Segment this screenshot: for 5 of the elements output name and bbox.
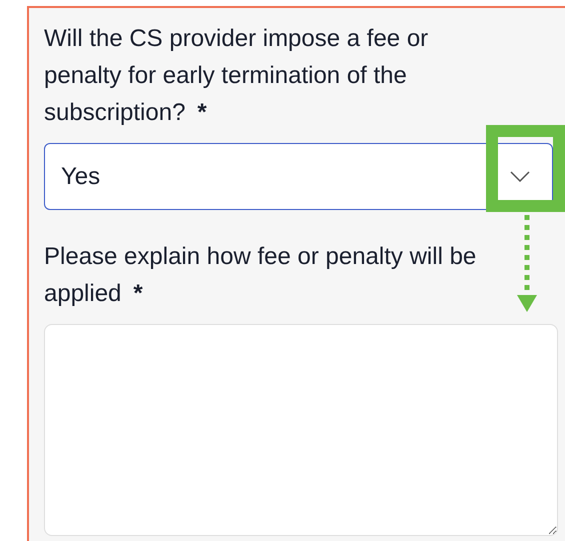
dropdown-field[interactable]: Yes: [44, 143, 553, 210]
question-label: Will the CS provider impose a fee or penalty for early termination of the subscription? *: [44, 24, 430, 128]
question-label: Please explain how fee or penalty will be applied *: [44, 242, 478, 309]
chevron-down-icon: [510, 171, 530, 182]
text-area-field[interactable]: [44, 324, 558, 536]
